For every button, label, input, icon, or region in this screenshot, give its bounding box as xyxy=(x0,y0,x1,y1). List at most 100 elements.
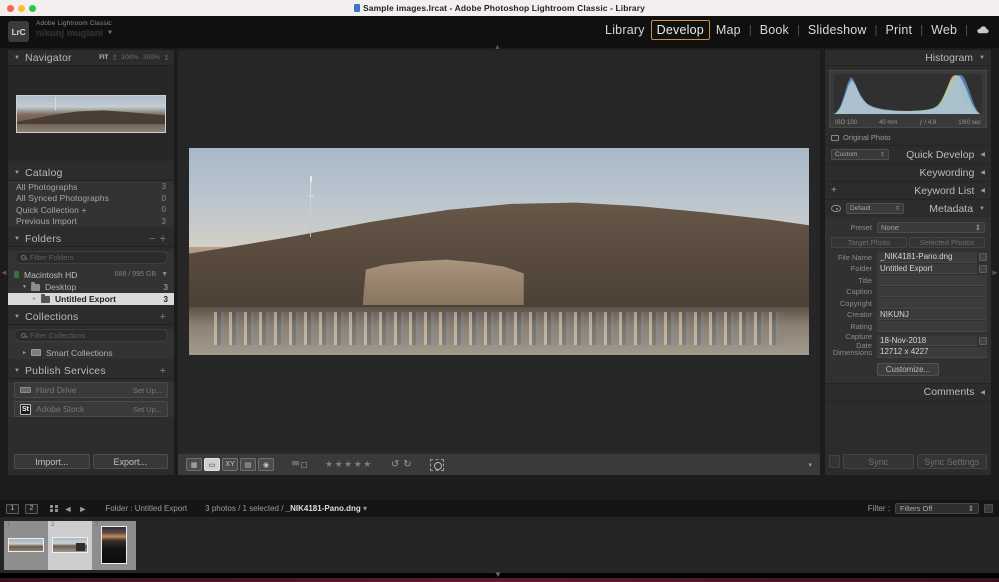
module-map[interactable]: Map xyxy=(710,20,747,40)
filmstrip-thumb-1[interactable]: 1 xyxy=(4,521,48,570)
chevron-icon[interactable]: ◀ xyxy=(980,169,985,176)
original-photo-toggle[interactable]: Original Photo xyxy=(825,132,991,145)
rotate-right-icon[interactable]: ↻ xyxy=(403,459,411,470)
target-photo-tab[interactable]: Target Photo xyxy=(831,237,907,248)
comments-header[interactable]: Comments ◀ xyxy=(825,383,991,401)
folder-filter-input[interactable]: Filter Folders xyxy=(14,251,168,264)
metadata-preset-row[interactable]: Preset None ⇕ xyxy=(831,222,985,233)
module-develop[interactable]: Develop xyxy=(651,20,710,40)
chevron-icon[interactable]: ◀ xyxy=(980,187,985,194)
metadata-value[interactable] xyxy=(877,298,987,309)
chevron-icon[interactable]: ◀ xyxy=(980,389,985,396)
flag-pick-icon[interactable] xyxy=(292,461,299,469)
right-panel-toggle[interactable]: ► xyxy=(991,268,999,277)
export-button[interactable]: Export... xyxy=(93,454,169,469)
chevron-icon[interactable]: ▼ xyxy=(14,236,20,242)
keyword-list-header[interactable]: + Keyword List ◀ xyxy=(825,181,991,199)
sync-button[interactable]: Sync xyxy=(843,454,914,469)
metadata-preset-select[interactable]: None ⇕ xyxy=(877,222,985,233)
chevron-down-icon[interactable]: ⇕ xyxy=(895,205,900,212)
module-library[interactable]: Library xyxy=(599,20,651,40)
zoom-100-label[interactable]: 100% xyxy=(122,54,139,61)
zoom-fit-label[interactable]: FIT xyxy=(99,55,108,61)
chevron-down-icon[interactable]: ⇕ xyxy=(975,223,981,232)
metadata-value[interactable] xyxy=(877,275,987,286)
folder-row-untitled-export[interactable]: ► Untitled Export 3 xyxy=(8,293,174,305)
disclosure-icon[interactable]: ▼ xyxy=(22,284,27,290)
navigator-header[interactable]: ▼ Navigator FIT ⁑ 100% 300% ⁑ xyxy=(8,50,174,66)
cloud-sync-icon[interactable] xyxy=(976,23,989,37)
folder-row-desktop[interactable]: ▼ Desktop 3 xyxy=(8,281,174,293)
add-folder-button[interactable]: + xyxy=(158,233,168,245)
metadata-action-icon[interactable] xyxy=(979,265,987,273)
collection-filter-input[interactable]: Filter Collections xyxy=(14,329,168,342)
filter-select[interactable]: Filters Off ⇕ xyxy=(895,503,979,514)
add-keyword-button[interactable]: + xyxy=(831,185,837,196)
selected-photos-tab[interactable]: Selected Photos xyxy=(909,237,985,248)
collection-item-smart-collections[interactable]: ► Smart Collections xyxy=(8,346,174,359)
volume-row-macintosh-hd[interactable]: Macintosh HD 688 / 995 GB ▼ xyxy=(8,268,174,281)
publish-services-header[interactable]: ▼ Publish Services + xyxy=(8,363,174,379)
catalog-item-all-photographs[interactable]: All Photographs 3 xyxy=(8,181,174,193)
chevron-down-icon[interactable]: ▾ xyxy=(363,504,367,513)
chevron-icon[interactable]: ▼ xyxy=(14,314,20,320)
metadata-value[interactable]: NIKUNJ xyxy=(877,310,987,321)
disclosure-icon[interactable]: ► xyxy=(32,296,37,302)
module-book[interactable]: Book xyxy=(754,20,795,40)
metadata-view-select[interactable]: Default ⇕ xyxy=(846,203,904,214)
chevron-down-icon[interactable]: ⇕ xyxy=(968,504,974,513)
photo-preview[interactable] xyxy=(189,148,809,355)
filter-enable-toggle[interactable] xyxy=(984,504,993,513)
zoom-level-stepper[interactable]: ⁑ xyxy=(165,54,168,62)
chevron-icon[interactable]: ◀ xyxy=(980,151,985,158)
quick-develop-header[interactable]: Custom ⇕ Quick Develop ◀ xyxy=(825,145,991,163)
metadata-action-icon[interactable] xyxy=(979,337,987,345)
catalog-item-all-synced-photographs[interactable]: All Synced Photographs 0 xyxy=(8,193,174,205)
module-web[interactable]: Web xyxy=(925,20,963,40)
histogram-plot[interactable] xyxy=(834,74,982,114)
filmstrip-thumb-3[interactable]: 3 xyxy=(92,521,136,570)
chevron-icon[interactable]: ▼ xyxy=(14,368,20,374)
catalog-item-previous-import[interactable]: Previous Import 3 xyxy=(8,216,174,228)
histogram-panel[interactable]: ISO 100 40 mm ƒ / 4.8 1/60 sec xyxy=(829,70,987,128)
metadata-value[interactable] xyxy=(877,321,987,332)
navigator-preview[interactable] xyxy=(8,66,174,161)
collections-header[interactable]: ▼ Collections + xyxy=(8,309,174,325)
add-publish-service-button[interactable]: + xyxy=(158,365,168,377)
toolbar-options-caret[interactable]: ▾ xyxy=(808,461,812,469)
remove-folder-button[interactable]: − xyxy=(147,233,157,245)
chevron-icon[interactable]: ▼ xyxy=(979,55,985,61)
chevron-icon[interactable]: ▼ xyxy=(14,55,20,61)
go-forward-icon[interactable]: ► xyxy=(78,504,87,514)
screen-1-button[interactable]: 1 xyxy=(6,504,19,514)
module-slideshow[interactable]: Slideshow xyxy=(802,20,873,40)
identity-plate[interactable]: Adobe Lightroom Classic nikunj muglani▼ xyxy=(36,20,113,39)
compare-view-icon[interactable]: XY xyxy=(222,458,238,471)
loupe-view[interactable] xyxy=(178,50,820,453)
publish-service-hard-drive[interactable]: Hard Drive Set Up... xyxy=(14,382,168,398)
publish-service-adobe-stock[interactable]: St Adobe Stock Set Up... xyxy=(14,401,168,417)
disclosure-icon[interactable]: ► xyxy=(22,350,27,356)
customize-button[interactable]: Customize... xyxy=(877,363,939,376)
loupe-view-icon[interactable]: ▭ xyxy=(204,458,220,471)
chevron-down-icon[interactable]: ⇕ xyxy=(880,151,885,158)
metadata-visibility-icon[interactable] xyxy=(831,205,841,212)
catalog-header[interactable]: ▼ Catalog xyxy=(8,165,174,181)
chevron-icon[interactable]: ▼ xyxy=(979,206,985,212)
folders-header[interactable]: ▼ Folders − + xyxy=(8,231,174,247)
quick-develop-preset-select[interactable]: Custom ⇕ xyxy=(831,149,889,160)
zoom-fit-stepper[interactable]: ⁑ xyxy=(113,54,116,62)
module-print[interactable]: Print xyxy=(880,20,919,40)
filmstrip-source-label[interactable]: Folder : Untitled Export xyxy=(105,504,187,513)
histogram-header[interactable]: Histogram ▼ xyxy=(825,50,991,66)
grid-view-icon[interactable]: ▦ xyxy=(186,458,202,471)
metadata-value[interactable]: 18-Nov-2018 xyxy=(877,336,977,347)
publish-service-setup-link[interactable]: Set Up... xyxy=(133,405,162,414)
grid-icon[interactable] xyxy=(50,505,58,513)
metadata-value[interactable]: _NIK4181-Pano.dng xyxy=(877,252,977,263)
zoom-300-label[interactable]: 300% xyxy=(143,54,160,61)
metadata-value[interactable]: Untitled Export xyxy=(877,264,977,275)
people-view-icon[interactable]: ◉ xyxy=(258,458,274,471)
publish-service-setup-link[interactable]: Set Up... xyxy=(133,386,162,395)
crop-overlay-icon[interactable] xyxy=(430,459,444,471)
